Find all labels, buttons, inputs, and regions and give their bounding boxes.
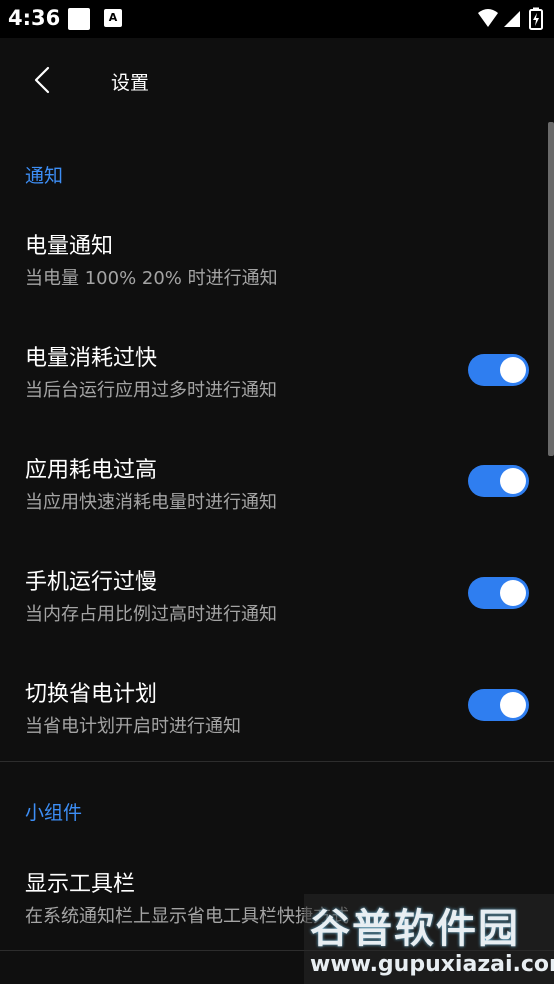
status-icons	[478, 7, 543, 30]
toggle-switch[interactable]	[468, 465, 529, 497]
toggle-switch[interactable]	[468, 354, 529, 386]
setting-subtitle: 当内存占用比例过高时进行通知	[25, 604, 277, 625]
setting-row-app-high-drain[interactable]: 应用耗电过高 当应用快速消耗电量时进行通知	[0, 452, 554, 552]
toggle-knob	[500, 468, 526, 494]
status-time: 4:36	[8, 6, 61, 30]
wifi-icon	[478, 9, 498, 27]
back-button[interactable]	[20, 58, 64, 102]
square-notification-icon	[68, 8, 90, 30]
section-divider	[0, 761, 554, 762]
toggle-knob	[500, 580, 526, 606]
battery-charging-icon	[529, 7, 543, 30]
setting-title: 电量通知	[25, 234, 114, 259]
section-header-widgets: 小组件	[25, 802, 83, 824]
setting-subtitle: 当省电计划开启时进行通知	[25, 716, 241, 737]
watermark-url: www.gupuxiazai.com	[310, 952, 554, 977]
setting-row-phone-slow[interactable]: 手机运行过慢 当内存占用比例过高时进行通知	[0, 564, 554, 664]
setting-title: 电量消耗过快	[25, 346, 158, 371]
toggle-knob	[500, 692, 526, 718]
toggle-knob	[500, 357, 526, 383]
app-notification-icon: A	[104, 9, 122, 27]
section-header-notify: 通知	[25, 165, 64, 187]
watermark: 谷普软件园 www.gupuxiazai.com	[304, 894, 554, 984]
setting-title: 切换省电计划	[25, 682, 158, 707]
toggle-switch[interactable]	[468, 689, 529, 721]
setting-title: 应用耗电过高	[25, 458, 158, 483]
status-bar: 4:36 A	[0, 0, 554, 38]
setting-subtitle: 在系统通知栏上显示省电工具栏快捷方式	[25, 906, 349, 927]
setting-row-battery-notify[interactable]: 电量通知 当电量 100% 20% 时进行通知	[0, 228, 554, 328]
setting-subtitle: 当后台运行应用过多时进行通知	[25, 380, 277, 401]
setting-subtitle: 当应用快速消耗电量时进行通知	[25, 492, 277, 513]
chevron-left-icon	[34, 66, 50, 94]
watermark-logo: 谷普软件园	[310, 906, 520, 952]
scrollbar[interactable]	[548, 122, 554, 456]
setting-row-drain-fast[interactable]: 电量消耗过快 当后台运行应用过多时进行通知	[0, 340, 554, 440]
toggle-switch[interactable]	[468, 577, 529, 609]
setting-subtitle: 当电量 100% 20% 时进行通知	[25, 268, 278, 289]
app-bar: 设置	[0, 38, 554, 122]
setting-title: 显示工具栏	[25, 872, 136, 897]
page-title: 设置	[111, 72, 150, 94]
setting-title: 手机运行过慢	[25, 570, 158, 595]
